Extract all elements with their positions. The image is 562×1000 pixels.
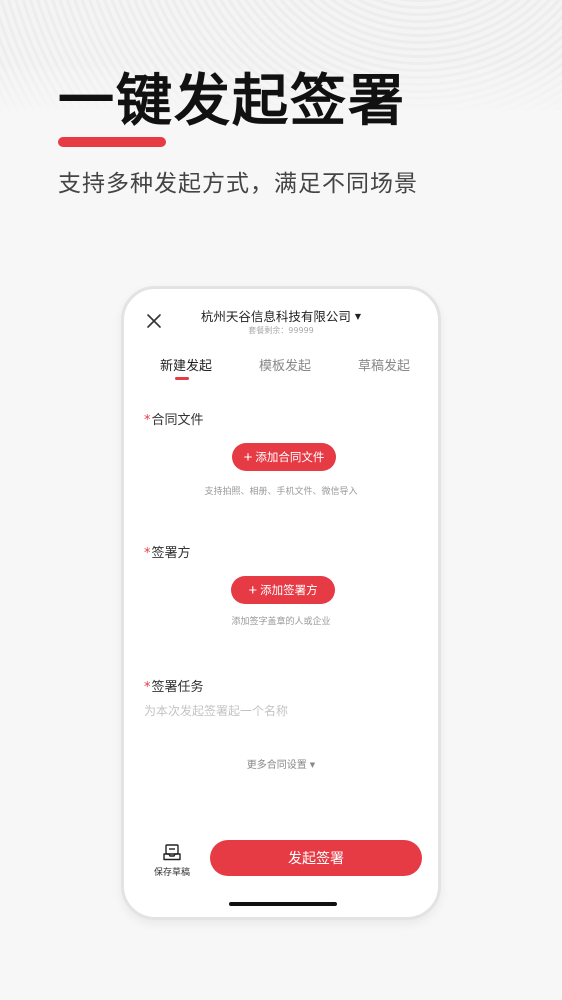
- quota-value: 99999: [288, 326, 314, 335]
- signers-hint: 添加签字盖章的人或企业: [231, 617, 331, 627]
- task-label-text: 签署任务: [151, 680, 204, 695]
- tab-bar: 新建发起 模板发起 草稿发起: [124, 355, 438, 385]
- home-indicator: [229, 902, 337, 906]
- plan-quota: 套餐剩余：99999: [124, 325, 438, 336]
- promo-subhead: 支持多种发起方式，满足不同场景: [58, 171, 418, 197]
- add-contract-file-button[interactable]: + 添加合同文件: [232, 443, 336, 471]
- plus-icon: +: [248, 581, 258, 599]
- add-signer-button[interactable]: + 添加签署方: [231, 576, 335, 604]
- signers-label-text: 签署方: [151, 546, 191, 561]
- phone-screen: 杭州天谷信息科技有限公司 ▼ 套餐剩余：99999 新建发起 模板发起 草稿发起 …: [121, 286, 441, 920]
- task-label: *签署任务: [144, 676, 204, 695]
- signers-label: *签署方: [144, 542, 191, 561]
- submit-sign-button[interactable]: 发起签署: [210, 840, 422, 876]
- task-name-input[interactable]: [144, 701, 424, 721]
- contract-file-hint: 支持拍照、相册、手机文件、微信导入: [204, 487, 358, 497]
- required-mark: *: [144, 680, 151, 695]
- caret-down-icon: ▼: [354, 312, 362, 321]
- tab-new[interactable]: 新建发起: [160, 355, 212, 374]
- required-mark: *: [144, 413, 151, 428]
- active-tab-indicator: [175, 377, 189, 380]
- company-selector[interactable]: 杭州天谷信息科技有限公司 ▼: [124, 306, 438, 325]
- headline-underline: [58, 137, 166, 147]
- more-settings-label: 更多合同设置: [246, 760, 307, 771]
- required-mark: *: [144, 546, 151, 561]
- save-draft-button[interactable]: 保存草稿: [150, 844, 194, 878]
- quota-label: 套餐剩余：: [248, 326, 289, 335]
- add-contract-file-label: 添加合同文件: [255, 452, 325, 464]
- tab-template[interactable]: 模板发起: [259, 355, 311, 374]
- save-draft-label: 保存草稿: [153, 868, 190, 878]
- promo-headline: 一键发起签署: [58, 69, 406, 134]
- contract-file-label-text: 合同文件: [151, 413, 204, 428]
- add-signer-label: 添加签署方: [260, 585, 318, 597]
- contract-file-label: *合同文件: [144, 409, 204, 428]
- company-name: 杭州天谷信息科技有限公司: [200, 309, 351, 324]
- plus-icon: +: [243, 448, 253, 466]
- more-settings-toggle[interactable]: 更多合同设置 ▼: [124, 756, 438, 771]
- caret-down-icon: ▼: [309, 761, 316, 769]
- inbox-tray-icon: [163, 844, 181, 861]
- tab-draft[interactable]: 草稿发起: [358, 355, 410, 374]
